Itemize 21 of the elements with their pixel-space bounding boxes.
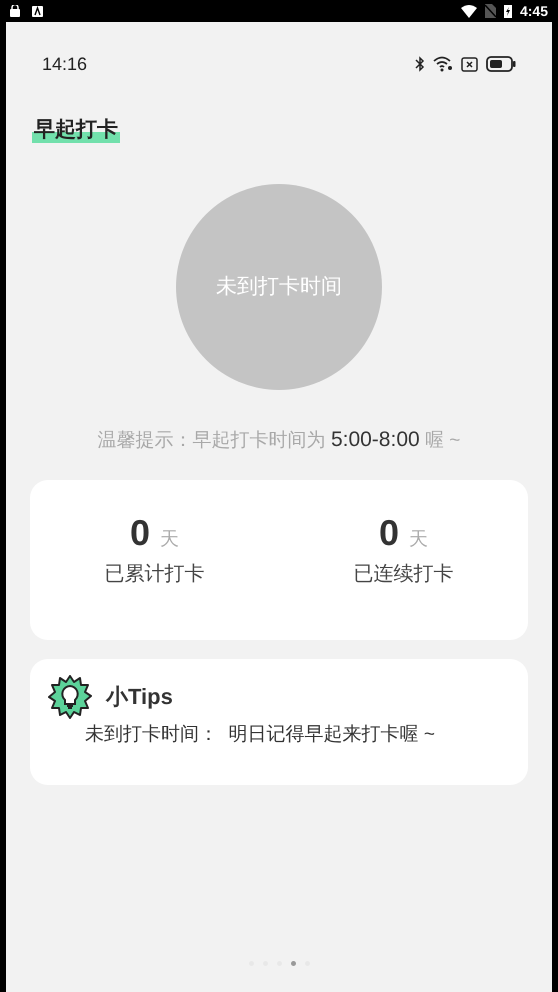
stat-value: 0 (378, 510, 400, 554)
stat-unit: 天 (409, 528, 428, 552)
system-time: 4:45 (520, 2, 548, 20)
stat-unit: 天 (160, 528, 180, 552)
bluetooth-icon (415, 56, 425, 72)
hint-text: 温馨提示：早起打卡时间为 5:00-8:00 喔 ~ (96, 427, 462, 453)
status-time: 14:16 (42, 52, 88, 76)
no-sim-icon (484, 4, 496, 18)
wifi-icon (460, 4, 477, 18)
stat-label: 已连续打卡 (354, 562, 454, 586)
tips-title: 小Tips (106, 683, 173, 711)
tips-message: 未到打卡时间： 明日记得早起来打卡喔 ~ (84, 722, 436, 746)
stat-label: 已累计打卡 (104, 562, 204, 586)
wifi-icon (433, 56, 453, 72)
battery-icon (486, 56, 516, 72)
battery-charging-icon (504, 4, 512, 18)
stat-value: 0 (130, 510, 150, 554)
lightbulb-icon (48, 674, 92, 718)
app-notification-icon (32, 6, 43, 16)
no-sim-icon (461, 56, 478, 72)
lock-icon (10, 5, 20, 17)
